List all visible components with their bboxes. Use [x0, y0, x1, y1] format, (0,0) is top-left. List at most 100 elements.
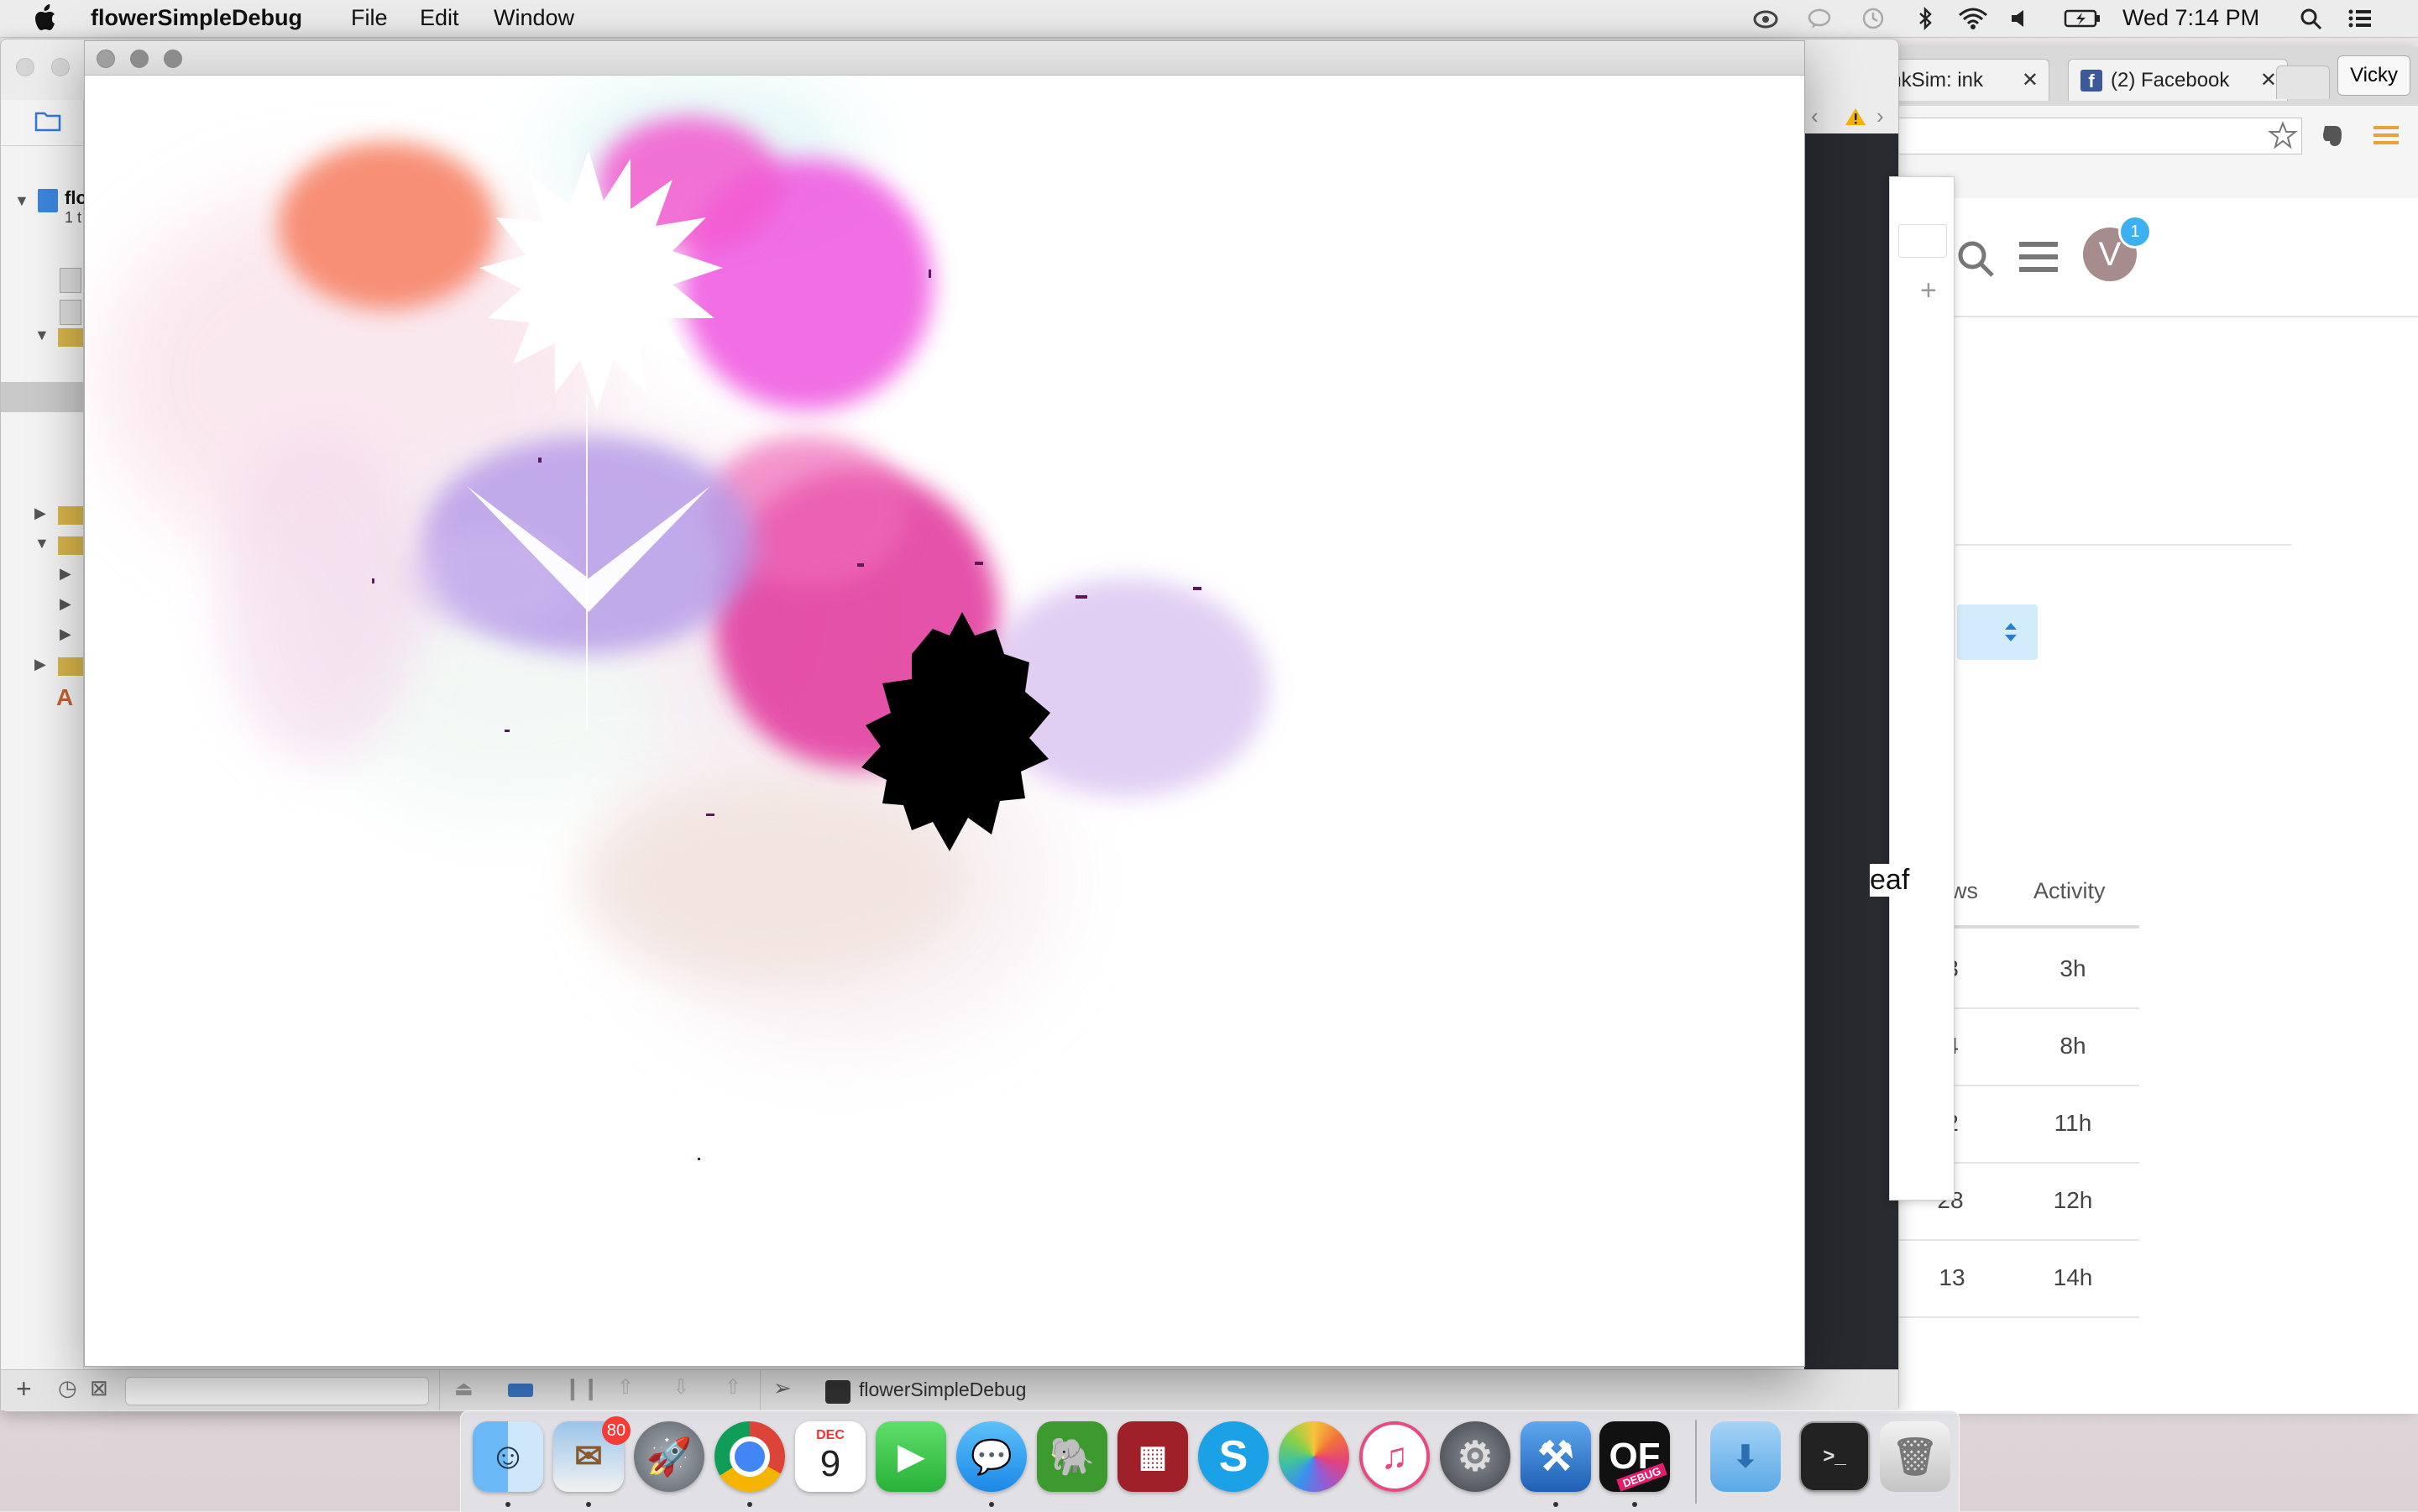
system-preferences-icon[interactable]: ⚙	[1440, 1421, 1510, 1492]
close-tab-icon[interactable]: ✕	[2260, 60, 2277, 101]
terminal-icon[interactable]: >_	[1799, 1421, 1870, 1492]
time-machine-icon[interactable]	[1861, 7, 1886, 30]
search-icon[interactable]	[1955, 238, 1996, 279]
chrome-menu-icon[interactable]	[2372, 123, 2400, 148]
volume-icon[interactable]	[2008, 7, 2033, 30]
filter-input[interactable]	[125, 1377, 429, 1405]
folder-nav-icon[interactable]	[34, 108, 61, 132]
battery-icon[interactable]	[2064, 7, 2101, 30]
notification-center-icon[interactable]	[2347, 7, 2373, 30]
finder-icon[interactable]: ☺	[473, 1421, 543, 1492]
back-nav-icon[interactable]: ‹	[1811, 103, 1819, 129]
file-icon[interactable]	[60, 300, 81, 325]
address-bar[interactable]	[1831, 118, 2302, 154]
folder-icon[interactable]	[58, 506, 83, 525]
file-icon[interactable]	[60, 268, 81, 293]
popover-field[interactable]	[1898, 224, 1947, 258]
close-tab-icon[interactable]: ✕	[2022, 60, 2039, 101]
sort-select[interactable]	[1957, 604, 2038, 660]
minimize-window-button[interactable]	[51, 58, 70, 76]
select-arrows-icon	[2005, 623, 2017, 641]
step-out-icon[interactable]: ⇧	[725, 1375, 741, 1400]
mail-icon[interactable]: ✉ 80	[553, 1416, 631, 1492]
pause-icon[interactable]: ❙❙	[563, 1375, 600, 1401]
breakpoints-icon[interactable]	[508, 1384, 533, 1397]
window-menu[interactable]: Window	[494, 5, 574, 31]
forward-nav-icon[interactable]: ›	[1876, 103, 1884, 129]
creative-cloud-icon[interactable]	[1753, 7, 1778, 30]
asset-catalog-icon[interactable]: A	[56, 684, 73, 711]
zoom-window-button[interactable]	[164, 50, 182, 68]
editor-area	[1804, 113, 1898, 1405]
table-cell-activity[interactable]: 12h	[2035, 1187, 2111, 1214]
scm-filter-icon[interactable]: ⊠	[90, 1375, 108, 1401]
minimize-window-button[interactable]	[130, 50, 149, 68]
flower-stem	[586, 394, 588, 730]
header-divider	[1955, 925, 2139, 929]
hamburger-menu-icon[interactable]	[2019, 240, 2058, 274]
warning-icon[interactable]	[1845, 107, 1866, 127]
apple-menu-icon[interactable]	[34, 3, 59, 32]
calendar-month: DEC	[816, 1428, 845, 1442]
table-cell-activity[interactable]: 11h	[2035, 1110, 2111, 1137]
running-indicator	[586, 1502, 591, 1507]
photo-booth-icon[interactable]: ▦	[1117, 1421, 1188, 1492]
column-header-activity[interactable]: Activity	[2033, 878, 2106, 904]
notification-badge[interactable]: 1	[2118, 215, 2152, 249]
running-indicator	[1553, 1502, 1558, 1507]
itunes-icon[interactable]: ♫	[1359, 1421, 1430, 1492]
menu-clock[interactable]: Wed 7:14 PM	[2122, 5, 2259, 31]
selected-row[interactable]	[1, 382, 83, 412]
evernote-extension-icon[interactable]	[2318, 121, 2347, 149]
trash-icon[interactable]: 🗑	[1880, 1421, 1950, 1492]
profile-button[interactable]: Vicky	[2337, 55, 2410, 96]
recent-files-icon[interactable]: ◷	[58, 1375, 77, 1401]
table-cell-activity[interactable]: 14h	[2035, 1264, 2111, 1291]
running-indicator	[505, 1502, 510, 1507]
bluetooth-icon[interactable]	[1913, 7, 1938, 30]
close-window-button[interactable]	[97, 50, 115, 68]
step-in-icon[interactable]: ⇩	[673, 1375, 689, 1400]
photos-icon[interactable]	[1279, 1421, 1349, 1492]
edit-menu[interactable]: Edit	[420, 5, 459, 31]
dock: ☺ ✉ 80 🚀 DEC 9 ▶ 💬 🐘 ▦ S ♫ ⚙ ⚒ OF DEBUG …	[460, 1410, 1960, 1512]
app-name-menu[interactable]: flowerSimpleDebug	[91, 5, 302, 31]
add-icon[interactable]: +	[16, 1373, 32, 1405]
table-cell-activity[interactable]: 8h	[2035, 1033, 2111, 1059]
new-tab-button[interactable]	[2276, 65, 2330, 99]
window-title-bar[interactable]	[85, 41, 1804, 76]
table-cell-activity[interactable]: 3h	[2035, 955, 2111, 982]
chrome-icon[interactable]	[714, 1421, 785, 1492]
close-window-button[interactable]	[16, 58, 34, 76]
downloads-folder-icon[interactable]: ⬇	[1710, 1421, 1781, 1492]
bookmark-star-icon[interactable]	[2268, 121, 2298, 149]
ink-art	[102, 83, 1269, 1160]
folder-icon[interactable]	[58, 536, 83, 555]
wifi-icon[interactable]	[1956, 7, 1990, 30]
folder-icon[interactable]	[58, 328, 83, 347]
messages-status-icon[interactable]	[1807, 7, 1832, 30]
launchpad-icon[interactable]: 🚀	[634, 1421, 704, 1492]
row-divider	[1955, 1085, 2139, 1086]
facetime-icon[interactable]: ▶	[876, 1421, 946, 1492]
file-menu[interactable]: File	[351, 5, 388, 31]
ink-simulation-canvas[interactable]	[85, 75, 1804, 1366]
skype-icon[interactable]: S	[1198, 1421, 1269, 1492]
project-file-icon	[38, 189, 58, 212]
evernote-icon[interactable]: 🐘	[1037, 1421, 1107, 1492]
menu-bar: flowerSimpleDebug File Edit Window Wed 7…	[0, 0, 2418, 38]
messages-icon[interactable]: 💬	[956, 1421, 1027, 1492]
step-over-icon[interactable]: ⇧	[617, 1375, 634, 1400]
xcode-icon[interactable]: ⚒	[1520, 1421, 1591, 1492]
scheme-name[interactable]: flowerSimpleDebug	[859, 1379, 1026, 1401]
flower-simple-debug-window	[84, 40, 1805, 1367]
folder-icon[interactable]	[58, 657, 83, 676]
location-icon[interactable]: ➢	[773, 1375, 792, 1401]
hide-debug-icon[interactable]: ⏏	[454, 1377, 474, 1401]
tab-facebook[interactable]: f (2) Facebook ✕	[2068, 59, 2288, 101]
spotlight-icon[interactable]	[2299, 7, 2324, 30]
calendar-icon[interactable]: DEC 9	[795, 1421, 866, 1492]
add-icon[interactable]: +	[1920, 275, 1937, 307]
row-divider	[1955, 1007, 2139, 1009]
openframeworks-debug-icon[interactable]: OF DEBUG	[1599, 1421, 1670, 1492]
